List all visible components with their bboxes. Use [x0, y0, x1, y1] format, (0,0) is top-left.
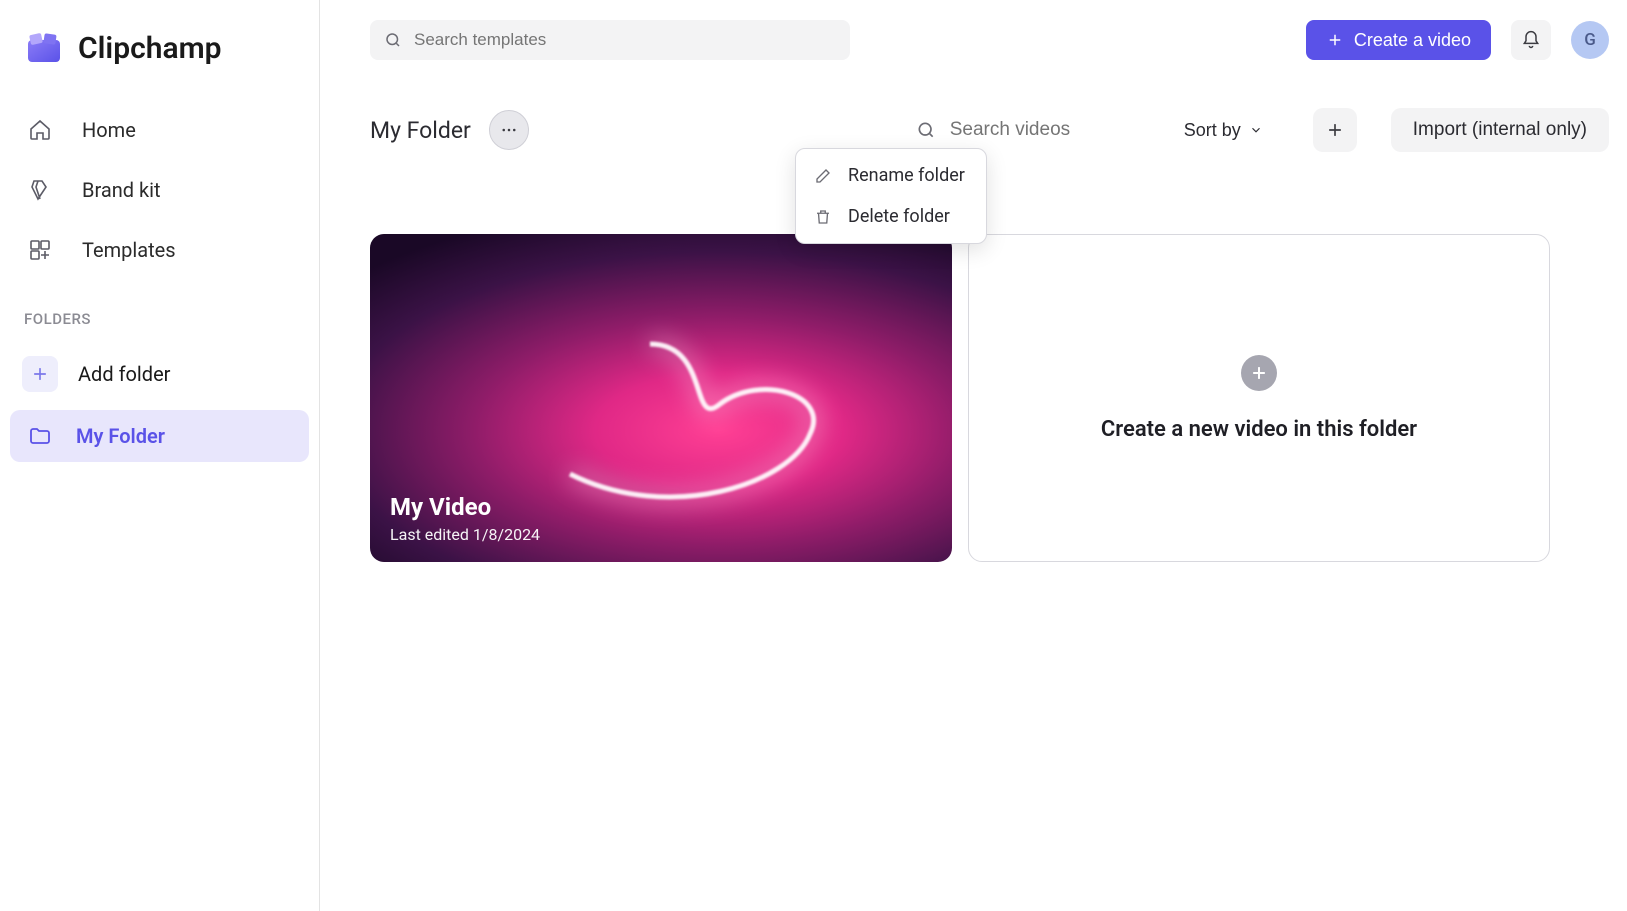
sidebar-item-label: Home: [82, 118, 136, 142]
sidebar-item-brandkit[interactable]: Brand kit: [10, 162, 309, 218]
avatar-initial: G: [1584, 30, 1596, 50]
import-button[interactable]: Import (internal only): [1391, 108, 1609, 152]
create-card-label: Create a new video in this folder: [1101, 417, 1417, 442]
video-grid: My Video Last edited 1/8/2024 Create a n…: [370, 234, 1609, 562]
notifications-button[interactable]: [1511, 20, 1551, 60]
plus-icon: [1325, 120, 1345, 140]
menu-item-label: Delete folder: [848, 206, 950, 227]
page-header: My Folder Sort by: [370, 68, 1609, 152]
search-videos[interactable]: [916, 119, 1150, 141]
search-templates[interactable]: [370, 20, 850, 60]
main: Create a video G My Folder: [320, 0, 1627, 911]
sidebar-item-label: Brand kit: [82, 178, 161, 202]
sidebar-item-templates[interactable]: Templates: [10, 222, 309, 278]
create-video-card[interactable]: Create a new video in this folder: [968, 234, 1550, 562]
sidebar-item-label: Templates: [82, 238, 176, 262]
menu-delete-folder[interactable]: Delete folder: [796, 196, 986, 237]
add-folder-label: Add folder: [78, 362, 170, 386]
import-label: Import (internal only): [1413, 119, 1587, 140]
sidebar: Clipchamp Home Brand kit Templates FOLDE…: [0, 0, 320, 911]
folder-more-button[interactable]: [489, 110, 529, 150]
brand[interactable]: Clipchamp: [10, 18, 309, 98]
menu-rename-folder[interactable]: Rename folder: [796, 155, 986, 196]
sidebar-folder-label: My Folder: [76, 424, 165, 448]
video-subtitle: Last edited 1/8/2024: [390, 525, 932, 544]
trash-icon: [814, 208, 834, 226]
page-title: My Folder: [370, 117, 471, 144]
video-card[interactable]: My Video Last edited 1/8/2024: [370, 234, 952, 562]
bell-icon: [1521, 30, 1541, 50]
create-video-label: Create a video: [1354, 30, 1471, 51]
menu-item-label: Rename folder: [848, 165, 965, 186]
search-icon: [916, 120, 936, 140]
video-title: My Video: [390, 493, 932, 521]
folder-context-menu: Rename folder Delete folder: [795, 148, 987, 244]
home-icon: [28, 118, 52, 142]
folders-section-label: FOLDERS: [10, 282, 309, 338]
topbar: Create a video G: [370, 0, 1609, 68]
chevron-down-icon: [1249, 123, 1263, 137]
plus-icon: [22, 356, 58, 392]
avatar[interactable]: G: [1571, 21, 1609, 59]
search-icon: [384, 31, 402, 49]
sidebar-folder-myfolder[interactable]: My Folder: [10, 410, 309, 462]
folder-icon: [28, 424, 52, 448]
more-horizontal-icon: [500, 121, 518, 139]
add-folder-button[interactable]: Add folder: [10, 342, 309, 406]
video-card-overlay: My Video Last edited 1/8/2024: [370, 475, 952, 562]
new-button[interactable]: [1313, 108, 1357, 152]
plus-icon: [1326, 31, 1344, 49]
clipchamp-logo-icon: [24, 28, 64, 68]
brand-name: Clipchamp: [78, 31, 222, 66]
brandkit-icon: [28, 178, 52, 202]
sort-label: Sort by: [1184, 120, 1241, 141]
sidebar-item-home[interactable]: Home: [10, 102, 309, 158]
pencil-icon: [814, 167, 834, 185]
sort-button[interactable]: Sort by: [1168, 120, 1279, 141]
search-videos-input[interactable]: [950, 119, 1130, 141]
plus-circle-icon: [1241, 355, 1277, 391]
search-templates-input[interactable]: [414, 30, 836, 50]
templates-icon: [28, 238, 52, 262]
create-video-button[interactable]: Create a video: [1306, 20, 1491, 60]
